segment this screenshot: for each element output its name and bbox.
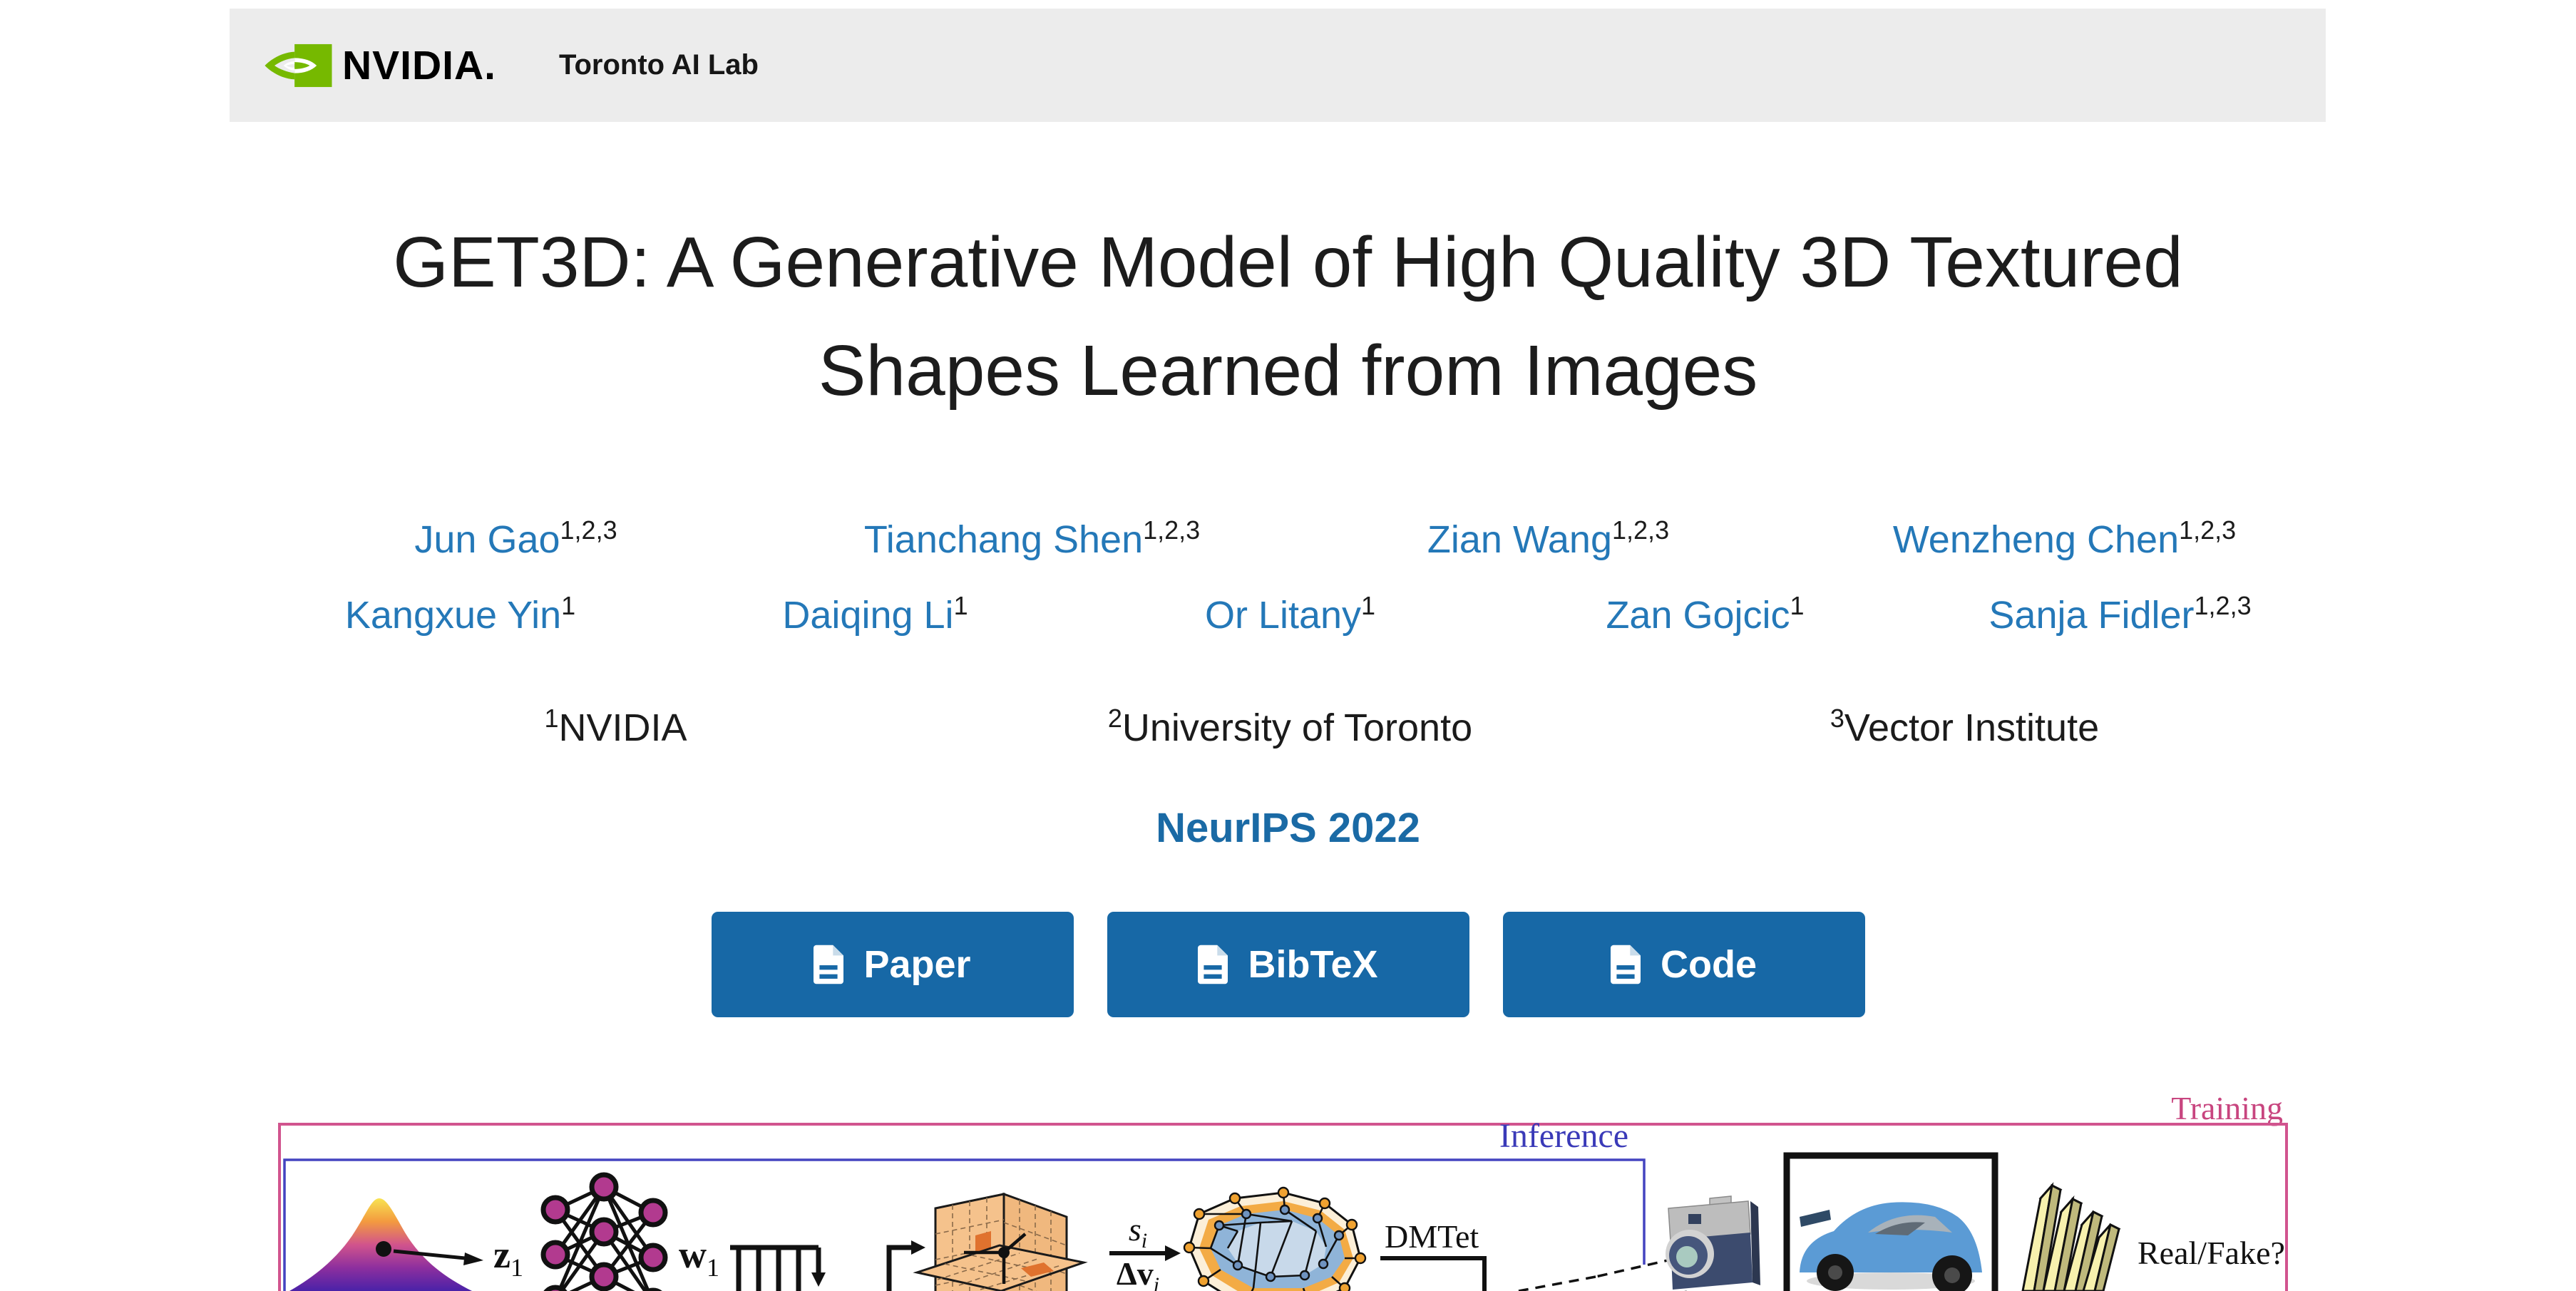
dmtet-label: DMTet bbox=[1385, 1218, 1479, 1255]
author-superscript: 1 bbox=[954, 591, 968, 620]
author: Zan Gojcic1 bbox=[1498, 593, 1913, 637]
venue-label: NeurIPS 2022 bbox=[0, 804, 2576, 852]
file-icon bbox=[814, 945, 843, 984]
file-icon bbox=[1198, 945, 1228, 984]
sdf-deformation-arrow: si Δvi bbox=[1109, 1211, 1181, 1291]
dvi-label: Δvi bbox=[1117, 1255, 1159, 1291]
affiliation-superscript: 2 bbox=[1108, 704, 1122, 733]
author-row-2: Kangxue Yin1 Daiqing Li1 Or Litany1 Zan … bbox=[230, 593, 2351, 637]
affiliation-superscript: 3 bbox=[1830, 704, 1844, 733]
affiliation-superscript: 1 bbox=[544, 704, 558, 733]
triplane-input-arrow bbox=[889, 1240, 925, 1291]
rendered-car-image bbox=[1787, 1156, 1995, 1291]
w1-base: w bbox=[679, 1233, 707, 1276]
author-superscript: 1 bbox=[1790, 591, 1805, 620]
author-superscript: 1,2,3 bbox=[560, 515, 617, 545]
author-superscript: 1,2,3 bbox=[1612, 515, 1669, 545]
page-title: GET3D: A Generative Model of High Qualit… bbox=[0, 208, 2576, 425]
tetrahedral-mesh-illustration bbox=[1184, 1188, 1365, 1291]
header-bar: NVIDIA. Toronto AI Lab bbox=[230, 9, 2326, 122]
author-link[interactable]: Zan Gojcic bbox=[1606, 594, 1790, 637]
triplane-illustration bbox=[917, 1194, 1084, 1291]
author-link[interactable]: Wenzheng Chen bbox=[1893, 518, 2179, 561]
dvi-base: Δv bbox=[1117, 1255, 1154, 1291]
affiliation: 2University of Toronto bbox=[953, 706, 1628, 750]
file-icon bbox=[1611, 945, 1641, 984]
camera-icon bbox=[1519, 1196, 1760, 1291]
author-superscript: 1,2,3 bbox=[2195, 591, 2252, 620]
dmtet-bracket-line bbox=[1380, 1258, 1484, 1291]
inference-label: Inference bbox=[1499, 1117, 1628, 1155]
bibtex-button[interactable]: BibTeX bbox=[1107, 912, 1469, 1017]
training-label: Training bbox=[2171, 1094, 2283, 1126]
author-superscript: 1 bbox=[561, 591, 575, 620]
author-superscript: 1,2,3 bbox=[1143, 515, 1200, 545]
real-fake-label: Real/Fake? bbox=[2138, 1235, 2285, 1271]
code-button[interactable]: Code bbox=[1503, 912, 1865, 1017]
dvi-subscript: i bbox=[1154, 1273, 1159, 1291]
author-link[interactable]: Kangxue Yin bbox=[345, 594, 561, 637]
author: Kangxue Yin1 bbox=[253, 593, 668, 637]
button-label: BibTeX bbox=[1248, 942, 1377, 987]
si-subscript: i bbox=[1141, 1229, 1147, 1253]
z1-subscript: 1 bbox=[510, 1253, 523, 1282]
si-label: si bbox=[1129, 1211, 1147, 1253]
author: Wenzheng Chen1,2,3 bbox=[1807, 518, 2323, 562]
w1-subscript: 1 bbox=[707, 1253, 719, 1282]
nvidia-eye-icon bbox=[262, 43, 332, 88]
author: Or Litany1 bbox=[1083, 593, 1498, 637]
button-label: Code bbox=[1661, 942, 1757, 987]
author-link[interactable]: Zian Wang bbox=[1427, 518, 1612, 561]
author: Daiqing Li1 bbox=[668, 593, 1083, 637]
author-link[interactable]: Daiqing Li bbox=[782, 594, 953, 637]
resource-buttons: Paper BibTeX Code bbox=[0, 912, 2576, 1017]
author-link[interactable]: Jun Gao bbox=[414, 518, 560, 561]
author-superscript: 1 bbox=[1361, 591, 1375, 620]
latent-w1-label: w1 bbox=[679, 1233, 719, 1282]
page-title-line1: GET3D: A Generative Model of High Qualit… bbox=[0, 208, 2576, 317]
author-row-1: Jun Gao1,2,3 Tianchang Shen1,2,3 Zian Wa… bbox=[230, 518, 2351, 562]
affiliation-name: University of Toronto bbox=[1122, 706, 1472, 749]
affiliation: 1NVIDIA bbox=[279, 706, 953, 750]
paper-button[interactable]: Paper bbox=[712, 912, 1074, 1017]
affiliation-name: NVIDIA bbox=[558, 706, 687, 749]
author-superscript: 1,2,3 bbox=[2179, 515, 2236, 545]
affiliation-name: Vector Institute bbox=[1844, 706, 2099, 749]
gaussian-distribution-illustration bbox=[289, 1198, 483, 1291]
author: Zian Wang1,2,3 bbox=[1290, 518, 1807, 562]
page-title-line2: Shapes Learned from Images bbox=[0, 317, 2576, 425]
author: Jun Gao1,2,3 bbox=[258, 518, 774, 562]
method-overview-figure: Training Inference z1 w1 bbox=[0, 1094, 2576, 1291]
author: Tianchang Shen1,2,3 bbox=[774, 518, 1290, 562]
discriminator-icon bbox=[2023, 1185, 2119, 1291]
si-base: s bbox=[1129, 1211, 1141, 1248]
author: Sanja Fidler1,2,3 bbox=[1913, 593, 2328, 637]
nvidia-wordmark: NVIDIA. bbox=[342, 42, 496, 89]
nvidia-logo[interactable]: NVIDIA. bbox=[262, 42, 496, 89]
affiliation: 3Vector Institute bbox=[1628, 706, 2302, 750]
latent-z1-label: z1 bbox=[493, 1233, 523, 1282]
button-label: Paper bbox=[863, 942, 970, 987]
lab-name-link[interactable]: Toronto AI Lab bbox=[559, 49, 759, 81]
z1-base: z bbox=[493, 1233, 510, 1276]
author-link[interactable]: Or Litany bbox=[1205, 594, 1361, 637]
author-link[interactable]: Tianchang Shen bbox=[864, 518, 1143, 561]
affiliation-row: 1NVIDIA 2University of Toronto 3Vector I… bbox=[230, 706, 2351, 750]
style-branch-lines bbox=[730, 1248, 826, 1291]
author-link[interactable]: Sanja Fidler bbox=[1989, 594, 2194, 637]
mapping-network-illustration bbox=[543, 1175, 665, 1291]
